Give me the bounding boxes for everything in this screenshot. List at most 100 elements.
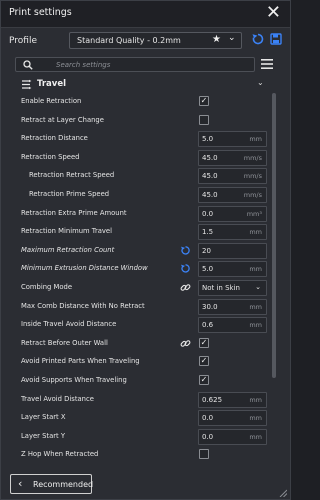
menu-icon[interactable] [260,58,274,70]
setting-input[interactable]: 5.0 mm [198,131,267,148]
section-header-travel[interactable]: Travel ⌄ [1,77,271,93]
recommended-button[interactable]: ‹ Recommended [10,474,94,494]
setting-input[interactable]: 0.6 mm [198,317,267,334]
setting-input[interactable]: 20 [198,242,267,259]
search-icon [23,60,33,70]
chevron-down-icon: ⌄ [228,33,236,43]
setting-label: Minimum Extrusion Distance Window [21,264,148,273]
footer: ‹ Recommended [1,470,290,500]
setting-value: 20 [202,246,211,255]
setting-unit: mm [249,321,262,330]
setting-row: Retraction Minimum Travel 1.5 mm [1,223,273,241]
link-icon[interactable] [180,282,191,293]
setting-checkbox[interactable] [199,114,209,125]
setting-input[interactable]: 45.0 mm/s [198,149,267,166]
setting-checkbox[interactable]: ✓ [199,96,209,106]
resize-handle-icon[interactable] [279,489,287,497]
profile-row: Profile Standard Quality - 0.2mm ★ ⌄ [1,29,290,53]
search-box[interactable] [15,57,255,72]
setting-label: Retraction Minimum Travel [21,227,113,236]
setting-value: 0.625 [202,395,223,404]
setting-label: Retraction Retract Speed [29,171,115,180]
setting-label: Retract at Layer Change [21,115,104,124]
setting-row: Retract at Layer Change [1,112,273,130]
setting-value: 5.0 [202,265,214,274]
link-icon[interactable] [180,338,191,349]
setting-row: Retract Before Outer Wall ✓ [1,335,273,353]
profile-label: Profile [9,36,37,46]
title-bar: Print settings ✕ [1,1,290,28]
setting-label: Inside Travel Avoid Distance [21,320,117,329]
setting-row: Inside Travel Avoid Distance 0.6 mm [1,316,273,334]
setting-row: Avoid Printed Parts When Traveling ✓ [1,353,273,371]
window-title: Print settings [9,7,72,18]
search-input[interactable] [56,59,246,71]
setting-value: 0.0 [202,432,214,441]
setting-unit: mm [249,432,262,441]
setting-label: Z Hop When Retracted [21,450,99,459]
setting-input[interactable]: 0.625 mm [198,391,267,408]
setting-row: Avoid Supports When Traveling ✓ [1,372,273,390]
setting-label: Retraction Speed [21,152,80,161]
scrollbar[interactable] [272,93,276,378]
setting-input[interactable]: 45.0 mm/s [198,168,267,185]
setting-label: Retraction Distance [21,134,88,143]
setting-value: 45.0 [202,172,218,181]
setting-unit: mm [249,265,262,274]
section-title: Travel [37,79,67,89]
setting-checkbox[interactable]: ✓ [199,356,209,367]
close-icon[interactable]: ✕ [266,3,281,23]
setting-row: Layer Start X 0.0 mm [1,409,273,427]
chevron-down-icon: ⌄ [255,283,261,291]
save-icon[interactable] [270,33,282,45]
profile-dropdown[interactable]: Standard Quality - 0.2mm ★ ⌄ [69,32,242,49]
setting-value: 45.0 [202,153,218,162]
setting-label: Maximum Retraction Count [21,245,115,254]
setting-value: 0.0 [202,414,214,423]
reset-icon[interactable] [180,245,191,256]
travel-icon [22,79,32,90]
setting-input[interactable]: 30.0 mm [198,298,267,315]
setting-input[interactable]: 0.0 mm³ [198,205,267,222]
setting-row: Enable Retraction ✓ [1,93,273,111]
setting-row: Minimum Extrusion Distance Window 5.0 mm [1,260,273,278]
setting-label: Retraction Extra Prime Amount [21,208,127,217]
setting-input[interactable]: 5.0 mm [198,261,267,278]
setting-unit: mm/s [243,153,262,162]
chevron-down-icon[interactable]: ⌄ [257,78,264,87]
setting-checkbox[interactable]: ✓ [199,375,209,385]
setting-input[interactable]: 45.0 mm/s [198,187,267,203]
reset-icon[interactable] [180,263,191,274]
setting-value: Not in Skin [202,284,240,292]
setting-input[interactable]: 0.0 mm [198,410,267,427]
setting-row: Max Comb Distance With No Retract 30.0 mm [1,298,273,316]
setting-row: Retraction Extra Prime Amount 0.0 mm³ [1,205,273,223]
print-settings-panel: Print settings ✕ Profile Standard Qualit… [0,0,291,500]
setting-unit: mm [249,414,262,423]
setting-unit: mm [249,135,262,144]
setting-label: Retraction Prime Speed [29,190,110,198]
setting-value: 0.6 [202,321,214,330]
setting-input[interactable]: 0.0 mm [198,428,267,445]
setting-row: Retraction Retract Speed 45.0 mm/s [1,167,273,185]
setting-label: Avoid Supports When Traveling [21,376,127,384]
reset-icon[interactable] [251,32,265,46]
setting-label: Layer Start X [21,413,66,422]
profile-selected-value: Standard Quality - 0.2mm [77,36,181,45]
setting-label: Travel Avoid Distance [21,394,94,403]
setting-input[interactable]: 1.5 mm [198,224,267,241]
setting-label: Max Comb Distance With No Retract [21,301,145,310]
setting-row: Z Hop When Retracted [1,446,273,464]
setting-label: Enable Retraction [21,97,82,105]
star-icon[interactable]: ★ [212,34,221,45]
recommended-label: Recommended [33,480,94,489]
setting-value: 5.0 [202,135,214,144]
setting-dropdown[interactable]: Not in Skin ⌄ [198,280,267,296]
setting-row: Maximum Retraction Count 20 [1,242,273,260]
setting-value: 30.0 [202,302,218,311]
setting-label: Layer Start Y [21,431,66,440]
setting-value: 1.5 [202,228,214,237]
setting-checkbox[interactable]: ✓ [199,337,209,348]
setting-row: Retraction Prime Speed 45.0 mm/s [1,186,273,204]
setting-checkbox[interactable] [199,449,209,460]
